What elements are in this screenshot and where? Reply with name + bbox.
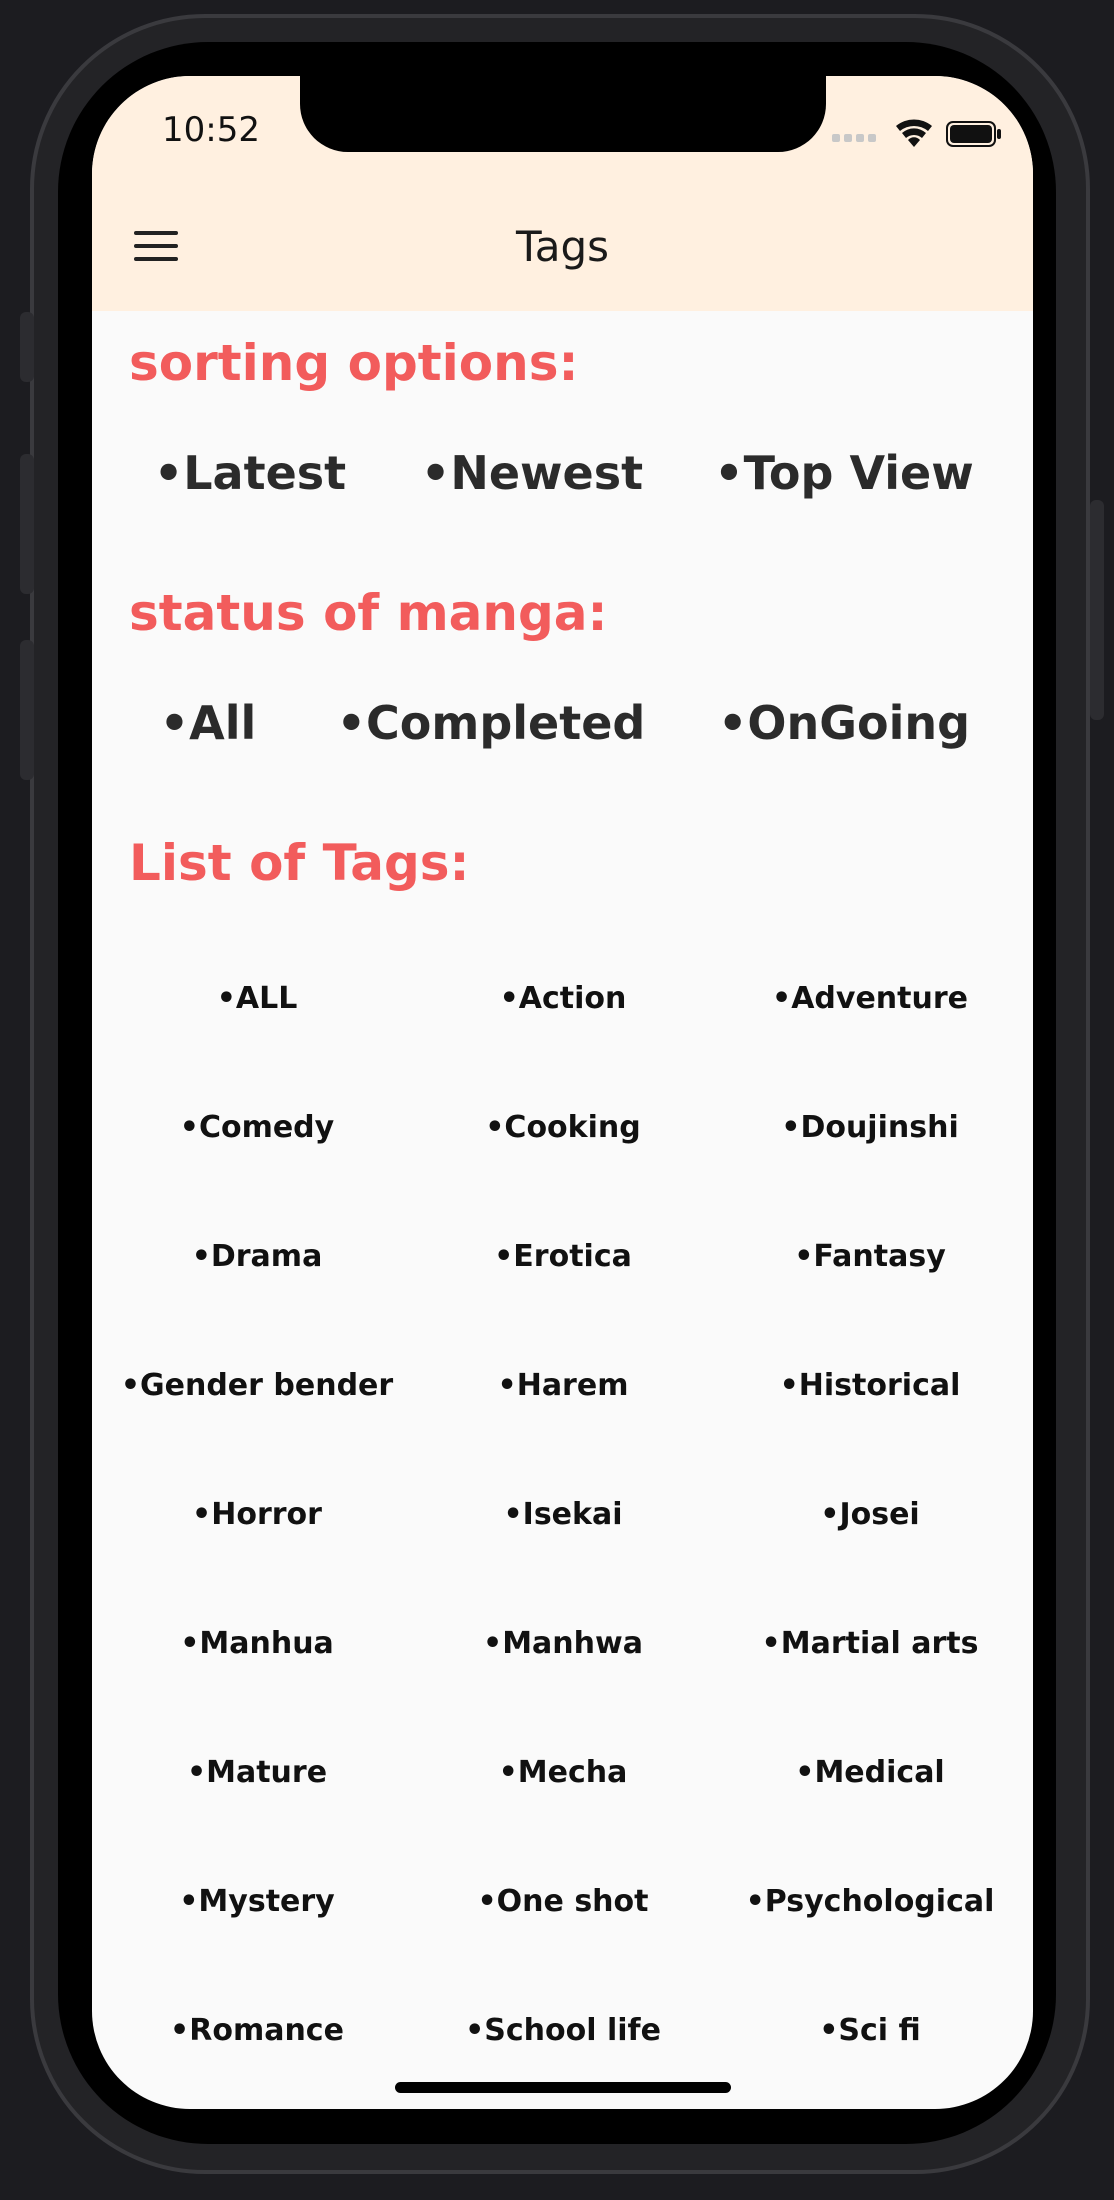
wifi-icon bbox=[896, 119, 932, 147]
tag-item[interactable]: •One shot bbox=[478, 1884, 649, 1919]
side-button bbox=[20, 640, 34, 780]
battery-icon bbox=[946, 121, 1001, 147]
tag-item[interactable]: •ALL bbox=[217, 981, 298, 1016]
status-option-all[interactable]: •All bbox=[160, 696, 257, 750]
tag-item[interactable]: •Romance bbox=[170, 2013, 344, 2048]
status-icons bbox=[832, 119, 1001, 147]
status-option-ongoing[interactable]: •OnGoing bbox=[718, 696, 970, 750]
sort-option-top-view[interactable]: •Top View bbox=[714, 446, 973, 500]
app-bar: 10:52 Tags bbox=[92, 76, 1033, 311]
tag-item[interactable]: •Medical bbox=[795, 1755, 944, 1790]
notch bbox=[300, 76, 826, 152]
sort-option-latest[interactable]: •Latest bbox=[154, 446, 346, 500]
sorting-options-title: sorting options: bbox=[129, 334, 579, 392]
home-indicator bbox=[395, 2082, 731, 2093]
signal-icon bbox=[832, 134, 876, 142]
tag-item[interactable]: •Erotica bbox=[494, 1239, 632, 1274]
tag-item[interactable]: •Psychological bbox=[746, 1884, 995, 1919]
status-of-manga-title: status of manga: bbox=[129, 584, 608, 642]
tag-item[interactable]: •Comedy bbox=[180, 1110, 334, 1145]
tag-item[interactable]: •Mecha bbox=[499, 1755, 628, 1790]
sort-option-newest[interactable]: •Newest bbox=[421, 446, 643, 500]
tag-item[interactable]: •Historical bbox=[780, 1368, 961, 1403]
tag-item[interactable]: •Fantasy bbox=[794, 1239, 946, 1274]
tag-item[interactable]: •Mature bbox=[187, 1755, 327, 1790]
tag-item[interactable]: •Horror bbox=[192, 1497, 322, 1532]
tag-item[interactable]: •Manhua bbox=[180, 1626, 334, 1661]
tag-item[interactable]: •Adventure bbox=[772, 981, 968, 1016]
tag-item[interactable]: •Isekai bbox=[503, 1497, 622, 1532]
tag-item[interactable]: •Josei bbox=[820, 1497, 919, 1532]
tag-item[interactable]: •School life bbox=[465, 2013, 661, 2048]
side-button bbox=[20, 312, 34, 382]
status-option-completed[interactable]: •Completed bbox=[337, 696, 646, 750]
tag-item[interactable]: •Doujinshi bbox=[781, 1110, 958, 1145]
page-title: Tags bbox=[516, 222, 609, 271]
status-time: 10:52 bbox=[162, 110, 260, 150]
tag-item[interactable]: •Sci fi bbox=[819, 2013, 921, 2048]
tag-item[interactable]: •Gender bender bbox=[121, 1368, 393, 1403]
screen: 10:52 Tags sorting options: •Latest •New… bbox=[92, 76, 1033, 2109]
tag-item[interactable]: •Martial arts bbox=[762, 1626, 979, 1661]
side-button bbox=[20, 454, 34, 594]
tag-item[interactable]: •Cooking bbox=[485, 1110, 640, 1145]
list-of-tags-title: List of Tags: bbox=[129, 834, 470, 892]
tag-item[interactable]: •Action bbox=[500, 981, 627, 1016]
side-button bbox=[1090, 500, 1104, 720]
tag-item[interactable]: •Mystery bbox=[179, 1884, 334, 1919]
tag-item[interactable]: •Manhwa bbox=[483, 1626, 643, 1661]
tag-item[interactable]: •Drama bbox=[192, 1239, 323, 1274]
tag-item[interactable]: •Harem bbox=[498, 1368, 629, 1403]
